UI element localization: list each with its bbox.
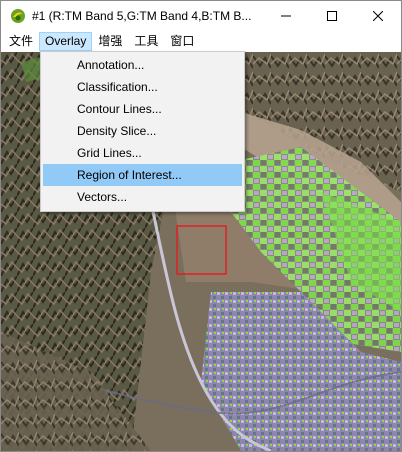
menu-enhance[interactable]: 增强 — [92, 32, 128, 51]
menu-item-grid-lines[interactable]: Grid Lines... — [43, 142, 242, 164]
minimize-icon — [281, 15, 291, 17]
title-bar[interactable]: #1 (R:TM Band 5,G:TM Band 4,B:TM B... — [1, 1, 401, 31]
menu-window[interactable]: 窗口 — [164, 32, 200, 51]
menu-bar: 文件 Overlay 增强 工具 窗口 — [1, 31, 401, 52]
menu-item-classification[interactable]: Classification... — [43, 76, 242, 98]
envi-app-icon — [11, 9, 25, 23]
maximize-icon — [327, 11, 337, 21]
menu-overlay[interactable]: Overlay — [39, 32, 93, 51]
menu-item-density-slice[interactable]: Density Slice... — [43, 120, 242, 142]
envi-display-window: #1 (R:TM Band 5,G:TM Band 4,B:TM B... 文件… — [0, 0, 402, 452]
close-icon — [373, 11, 383, 21]
menu-item-vectors[interactable]: Vectors... — [43, 186, 242, 208]
menu-item-contour-lines[interactable]: Contour Lines... — [43, 98, 242, 120]
overlay-dropdown-menu: Annotation... Classification... Contour … — [40, 51, 245, 212]
menu-item-region-of-interest[interactable]: Region of Interest... — [43, 164, 242, 186]
maximize-button[interactable] — [309, 1, 355, 31]
menu-item-annotation[interactable]: Annotation... — [43, 54, 242, 76]
minimize-button[interactable] — [263, 1, 309, 31]
close-button[interactable] — [355, 1, 401, 31]
menu-tools[interactable]: 工具 — [128, 32, 164, 51]
window-title: #1 (R:TM Band 5,G:TM Band 4,B:TM B... — [32, 9, 252, 23]
menu-file[interactable]: 文件 — [3, 32, 39, 51]
